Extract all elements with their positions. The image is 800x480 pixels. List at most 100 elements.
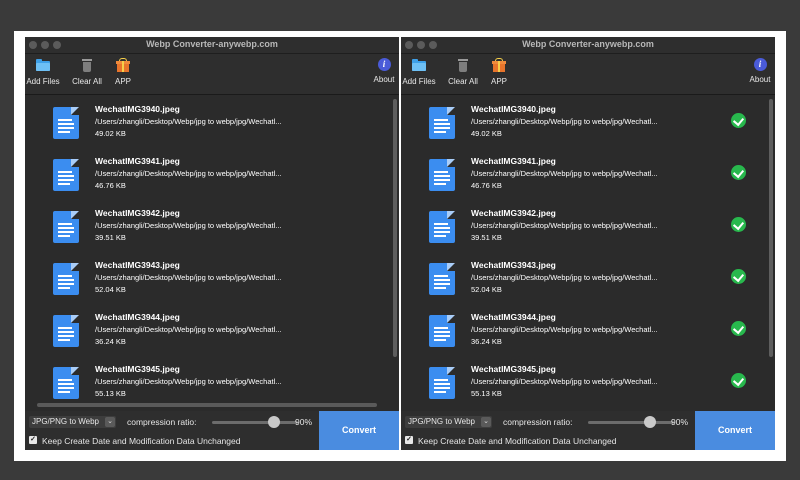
- vertical-scrollbar[interactable]: [391, 95, 399, 411]
- mode-select-value: JPG/PNG to Webp: [32, 417, 99, 426]
- file-size: 52.04 KB: [95, 285, 126, 294]
- file-row[interactable]: WechatIMG3942.jpeg /Users/zhangli/Deskto…: [401, 199, 767, 251]
- compression-slider[interactable]: [212, 421, 298, 424]
- document-icon: [53, 367, 79, 399]
- document-icon: [53, 211, 79, 243]
- file-path: /Users/zhangli/Desktop/Webp/jpg to webp/…: [471, 325, 658, 334]
- about-label: About: [749, 75, 771, 84]
- file-name: WechatIMG3940.jpeg: [95, 104, 180, 114]
- add-files-button[interactable]: Add Files: [25, 58, 61, 86]
- file-path: /Users/zhangli/Desktop/Webp/jpg to webp/…: [95, 325, 282, 334]
- convert-button[interactable]: Convert: [319, 411, 399, 450]
- mode-select[interactable]: JPG/PNG to Webp ⌄: [405, 416, 492, 428]
- checkmark-icon: [731, 113, 746, 128]
- document-icon: [429, 211, 455, 243]
- chevron-down-icon: ⌄: [105, 417, 115, 427]
- file-row[interactable]: WechatIMG3940.jpeg /Users/zhangli/Deskto…: [401, 95, 767, 147]
- file-size: 49.02 KB: [95, 129, 126, 138]
- compression-slider[interactable]: [588, 421, 674, 424]
- file-name: WechatIMG3945.jpeg: [471, 364, 556, 374]
- chevron-down-icon: ⌄: [481, 417, 491, 427]
- document-icon: [429, 263, 455, 295]
- file-size: 46.76 KB: [95, 181, 126, 190]
- info-icon: i: [377, 58, 391, 71]
- checkmark-icon: [731, 269, 746, 284]
- app-button[interactable]: APP: [487, 58, 511, 86]
- file-path: /Users/zhangli/Desktop/Webp/jpg to webp/…: [471, 117, 658, 126]
- keep-dates-label: Keep Create Date and Modification Data U…: [42, 436, 241, 446]
- file-list: WechatIMG3940.jpeg /Users/zhangli/Deskto…: [401, 95, 767, 411]
- file-row[interactable]: WechatIMG3945.jpeg /Users/zhangli/Deskto…: [401, 355, 767, 407]
- scrollbar-thumb[interactable]: [769, 99, 773, 357]
- file-size: 36.24 KB: [95, 337, 126, 346]
- file-name: WechatIMG3941.jpeg: [95, 156, 180, 166]
- document-icon: [53, 263, 79, 295]
- file-name: WechatIMG3940.jpeg: [471, 104, 556, 114]
- file-size: 39.51 KB: [95, 233, 126, 242]
- add-files-label: Add Files: [26, 77, 60, 86]
- about-button[interactable]: i About: [369, 58, 399, 84]
- horizontal-scrollbar[interactable]: [37, 403, 377, 407]
- checkmark-icon: [731, 373, 746, 388]
- checkmark-icon: [731, 321, 746, 336]
- file-row[interactable]: WechatIMG3944.jpeg /Users/zhangli/Deskto…: [401, 303, 767, 355]
- file-name: WechatIMG3943.jpeg: [471, 260, 556, 270]
- gift-icon: [115, 58, 131, 73]
- file-size: 55.13 KB: [95, 389, 126, 398]
- file-row[interactable]: WechatIMG3945.jpeg /Users/zhangli/Deskto…: [25, 355, 391, 407]
- compression-slider-knob[interactable]: [644, 416, 656, 428]
- file-name: WechatIMG3942.jpeg: [95, 208, 180, 218]
- gift-icon: [491, 58, 507, 73]
- file-row[interactable]: WechatIMG3942.jpeg /Users/zhangli/Deskto…: [25, 199, 391, 251]
- convert-button[interactable]: Convert: [695, 411, 775, 450]
- vertical-scrollbar[interactable]: [767, 95, 775, 411]
- compression-label: compression ratio:: [127, 417, 197, 427]
- document-icon: [53, 159, 79, 191]
- file-row[interactable]: WechatIMG3940.jpeg /Users/zhangli/Deskto…: [25, 95, 391, 147]
- clear-all-button[interactable]: Clear All: [67, 58, 107, 86]
- file-name: WechatIMG3941.jpeg: [471, 156, 556, 166]
- folder-icon: [35, 58, 51, 73]
- file-row[interactable]: WechatIMG3941.jpeg /Users/zhangli/Deskto…: [25, 147, 391, 199]
- clear-all-label: Clear All: [448, 77, 478, 86]
- clear-all-button[interactable]: Clear All: [443, 58, 483, 86]
- keep-dates-checkbox[interactable]: ✓: [29, 436, 37, 444]
- file-size: 36.24 KB: [471, 337, 502, 346]
- add-files-button[interactable]: Add Files: [401, 58, 437, 86]
- checkmark-icon: [731, 165, 746, 180]
- document-icon: [53, 107, 79, 139]
- file-path: /Users/zhangli/Desktop/Webp/jpg to webp/…: [95, 169, 282, 178]
- document-icon: [429, 367, 455, 399]
- file-name: WechatIMG3945.jpeg: [95, 364, 180, 374]
- mode-select-value: JPG/PNG to Webp: [408, 417, 475, 426]
- app-label: APP: [490, 77, 507, 86]
- app-window-after: Webp Converter-anywebp.com Add Files Cle…: [401, 37, 775, 450]
- compression-value: 90%: [295, 417, 313, 427]
- mode-select[interactable]: JPG/PNG to Webp ⌄: [29, 416, 116, 428]
- document-icon: [429, 159, 455, 191]
- file-name: WechatIMG3942.jpeg: [471, 208, 556, 218]
- scrollbar-thumb[interactable]: [393, 99, 397, 357]
- keep-dates-checkbox[interactable]: ✓: [405, 436, 413, 444]
- file-size: 39.51 KB: [471, 233, 502, 242]
- toolbar: Add Files Clear All APP i About: [25, 54, 399, 95]
- compression-label: compression ratio:: [503, 417, 573, 427]
- file-row[interactable]: WechatIMG3941.jpeg /Users/zhangli/Deskto…: [401, 147, 767, 199]
- trash-icon: [79, 58, 95, 73]
- file-row[interactable]: WechatIMG3943.jpeg /Users/zhangli/Deskto…: [401, 251, 767, 303]
- window-title: Webp Converter-anywebp.com: [146, 39, 278, 49]
- clear-all-label: Clear All: [72, 77, 102, 86]
- app-button[interactable]: APP: [111, 58, 135, 86]
- file-list: WechatIMG3940.jpeg /Users/zhangli/Deskto…: [25, 95, 391, 411]
- file-size: 49.02 KB: [471, 129, 502, 138]
- toolbar: Add Files Clear All APP i About: [401, 54, 775, 95]
- file-path: /Users/zhangli/Desktop/Webp/jpg to webp/…: [471, 273, 658, 282]
- app-label: APP: [114, 77, 131, 86]
- about-button[interactable]: i About: [745, 58, 775, 84]
- compression-slider-knob[interactable]: [268, 416, 280, 428]
- file-path: /Users/zhangli/Desktop/Webp/jpg to webp/…: [95, 377, 282, 386]
- file-row[interactable]: WechatIMG3943.jpeg /Users/zhangli/Deskto…: [25, 251, 391, 303]
- file-row[interactable]: WechatIMG3944.jpeg /Users/zhangli/Deskto…: [25, 303, 391, 355]
- file-size: 46.76 KB: [471, 181, 502, 190]
- file-path: /Users/zhangli/Desktop/Webp/jpg to webp/…: [95, 117, 282, 126]
